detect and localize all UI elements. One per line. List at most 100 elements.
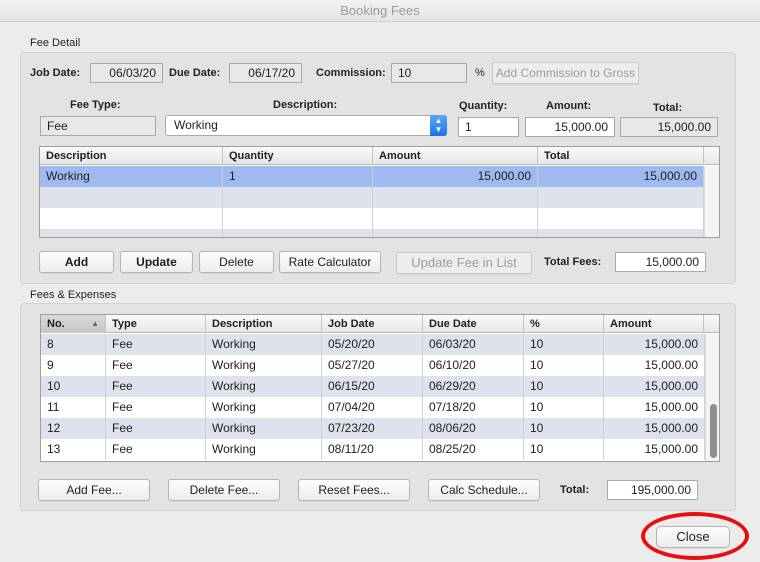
cell-percent: 10 xyxy=(524,376,604,397)
column-header-amount[interactable]: Amount xyxy=(373,147,538,165)
cell-amount: 15,000.00 xyxy=(604,418,705,439)
percent-sign: % xyxy=(475,67,485,79)
fee-type-field[interactable]: Fee xyxy=(40,116,156,136)
total-fees-label: Total Fees: xyxy=(544,256,602,268)
table-row[interactable]: 10 Fee Working 06/15/20 06/29/20 10 15,000.00 xyxy=(41,376,705,397)
column-header-no[interactable]: No. ▲ xyxy=(41,315,106,333)
update-fee-in-list-button[interactable]: Update Fee in List xyxy=(396,252,532,274)
column-header-due-date[interactable]: Due Date xyxy=(423,315,524,333)
commission-field[interactable]: 10 xyxy=(391,63,467,83)
cell-amount: 15,000.00 xyxy=(604,376,705,397)
cell-job-date: 07/23/20 xyxy=(322,418,423,439)
table-row[interactable]: 8 Fee Working 05/20/20 06/03/20 10 15,000.00 xyxy=(41,334,705,355)
cell-amount: 15,000.00 xyxy=(604,439,705,460)
cell-amount: 15,000.00 xyxy=(373,166,538,187)
cell-type: Fee xyxy=(106,376,206,397)
cell-description: Working xyxy=(40,166,223,187)
fees-expenses-label: Fees & Expenses xyxy=(30,289,117,301)
cell-due-date: 07/18/20 xyxy=(423,397,524,418)
window-title: Booking Fees xyxy=(0,0,760,22)
delete-fee-button[interactable]: Delete Fee... xyxy=(168,479,280,501)
add-commission-button[interactable]: Add Commission to Gross xyxy=(492,62,639,84)
amount-field[interactable]: 15,000.00 xyxy=(525,117,615,137)
cell-percent: 10 xyxy=(524,397,604,418)
column-header-description[interactable]: Description xyxy=(206,315,322,333)
cell-job-date: 05/27/20 xyxy=(322,355,423,376)
cell-no: 10 xyxy=(41,376,106,397)
table-row-empty xyxy=(40,187,704,208)
add-button[interactable]: Add xyxy=(39,251,114,273)
column-header-total[interactable]: Total xyxy=(538,147,704,165)
cell-percent: 10 xyxy=(524,334,604,355)
cell-percent: 10 xyxy=(524,439,604,460)
cell-type: Fee xyxy=(106,439,206,460)
description-select-value: Working xyxy=(174,118,218,132)
cell-amount: 15,000.00 xyxy=(604,397,705,418)
job-date-field[interactable]: 06/03/20 xyxy=(90,63,163,83)
cell-job-date: 05/20/20 xyxy=(322,334,423,355)
table-row-empty xyxy=(40,208,704,229)
scrollbar[interactable] xyxy=(704,166,719,237)
sort-ascending-icon: ▲ xyxy=(91,319,99,328)
cell-amount: 15,000.00 xyxy=(604,334,705,355)
cell-type: Fee xyxy=(106,334,206,355)
reset-fees-button[interactable]: Reset Fees... xyxy=(298,479,410,501)
scrollbar-thumb[interactable] xyxy=(710,404,717,458)
cell-due-date: 06/10/20 xyxy=(423,355,524,376)
table-row[interactable]: Working 1 15,000.00 15,000.00 xyxy=(40,166,704,187)
cell-job-date: 08/11/20 xyxy=(322,439,423,460)
commission-label: Commission: xyxy=(316,67,386,79)
due-date-field[interactable]: 06/17/20 xyxy=(229,63,302,83)
total-label: Total: xyxy=(653,102,683,114)
fee-detail-label: Fee Detail xyxy=(30,37,81,49)
cell-description: Working xyxy=(206,439,322,460)
table-row[interactable]: 11 Fee Working 07/04/20 07/18/20 10 15,000.00 xyxy=(41,397,705,418)
table-row[interactable]: 13 Fee Working 08/11/20 08/25/20 10 15,000.00 xyxy=(41,439,705,460)
rate-calculator-button[interactable]: Rate Calculator xyxy=(279,251,381,273)
column-header-description[interactable]: Description xyxy=(40,147,223,165)
total-label: Total: xyxy=(560,484,590,496)
cell-no: 9 xyxy=(41,355,106,376)
cell-amount: 15,000.00 xyxy=(604,355,705,376)
amount-label: Amount: xyxy=(546,100,592,112)
update-button[interactable]: Update xyxy=(120,251,193,273)
column-header-percent[interactable]: % xyxy=(524,315,604,333)
cell-total: 15,000.00 xyxy=(538,166,704,187)
add-fee-button[interactable]: Add Fee... xyxy=(38,479,150,501)
calc-schedule-button[interactable]: Calc Schedule... xyxy=(428,479,540,501)
cell-type: Fee xyxy=(106,397,206,418)
fees-expenses-table[interactable]: No. ▲ Type Description Job Date Due Date… xyxy=(40,314,720,462)
column-header-amount[interactable]: Amount xyxy=(604,315,704,333)
column-header-no-label: No. xyxy=(47,318,65,330)
cell-description: Working xyxy=(206,397,322,418)
fee-detail-table[interactable]: Description Quantity Amount Total Workin… xyxy=(39,146,720,238)
table-row[interactable]: 9 Fee Working 05/27/20 06/10/20 10 15,000.00 xyxy=(41,355,705,376)
cell-type: Fee xyxy=(106,355,206,376)
fee-type-label: Fee Type: xyxy=(70,99,121,111)
total-field: 15,000.00 xyxy=(620,117,718,137)
description-select[interactable]: Working ▲ ▼ xyxy=(165,115,447,136)
cell-description: Working xyxy=(206,334,322,355)
column-header-quantity[interactable]: Quantity xyxy=(223,147,373,165)
job-date-label: Job Date: xyxy=(30,67,81,79)
description-label: Description: xyxy=(273,99,338,111)
cell-no: 11 xyxy=(41,397,106,418)
cell-due-date: 08/06/20 xyxy=(423,418,524,439)
table-row[interactable]: 12 Fee Working 07/23/20 08/06/20 10 15,000.00 xyxy=(41,418,705,439)
cell-description: Working xyxy=(206,376,322,397)
cell-due-date: 06/29/20 xyxy=(423,376,524,397)
cell-no: 8 xyxy=(41,334,106,355)
table-header: No. ▲ Type Description Job Date Due Date… xyxy=(41,315,719,333)
column-header-job-date[interactable]: Job Date xyxy=(322,315,423,333)
cell-due-date: 08/25/20 xyxy=(423,439,524,460)
cell-no: 12 xyxy=(41,418,106,439)
cell-percent: 10 xyxy=(524,355,604,376)
scrollbar[interactable] xyxy=(705,334,719,461)
column-header-type[interactable]: Type xyxy=(106,315,206,333)
quantity-field[interactable]: 1 xyxy=(458,117,519,137)
delete-button[interactable]: Delete xyxy=(199,251,274,273)
cell-quantity: 1 xyxy=(223,166,373,187)
cell-percent: 10 xyxy=(524,418,604,439)
quantity-label: Quantity: xyxy=(459,100,508,112)
table-row-empty xyxy=(40,229,704,237)
